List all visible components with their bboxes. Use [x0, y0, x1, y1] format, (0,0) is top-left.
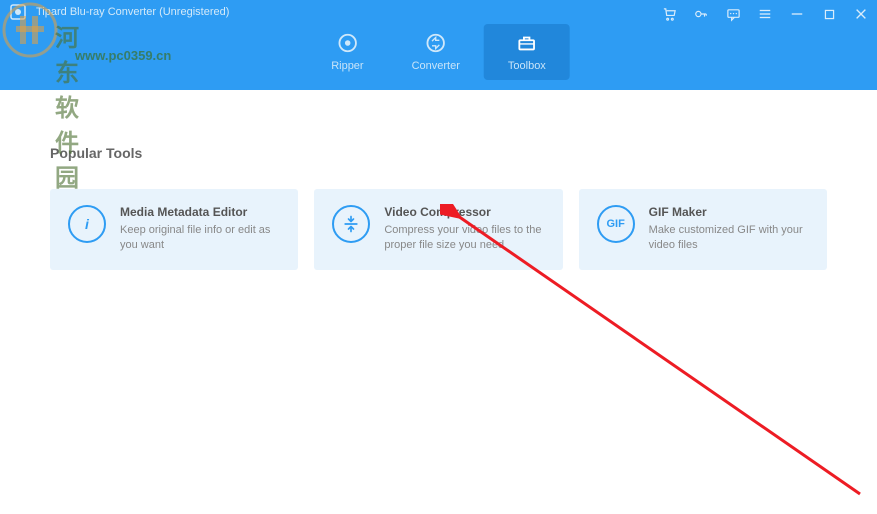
tool-card-text: Media Metadata Editor Keep original file… [120, 205, 280, 254]
tool-title: GIF Maker [649, 205, 809, 219]
app-header: Tipard Blu-ray Converter (Unregistered) … [0, 0, 877, 90]
toolbox-icon [516, 32, 538, 54]
tab-label: Ripper [331, 60, 363, 72]
tab-converter[interactable]: Converter [388, 24, 484, 80]
tool-title: Video Compressor [384, 205, 544, 219]
info-icon: i [68, 205, 106, 243]
tab-label: Toolbox [508, 60, 546, 72]
converter-icon [425, 32, 447, 54]
tool-card-text: Video Compressor Compress your video fil… [384, 205, 544, 254]
window-controls [661, 6, 869, 22]
ripper-icon [336, 32, 358, 54]
compress-icon [332, 205, 370, 243]
tool-card-metadata-editor[interactable]: i Media Metadata Editor Keep original fi… [50, 189, 298, 270]
tab-ripper[interactable]: Ripper [307, 24, 387, 80]
tool-card-text: GIF Maker Make customized GIF with your … [649, 205, 809, 254]
close-button[interactable] [853, 6, 869, 22]
tool-card-video-compressor[interactable]: Video Compressor Compress your video fil… [314, 189, 562, 270]
nav-tabs: Ripper Converter Toolbox [307, 24, 570, 80]
tool-desc: Compress your video files to the proper … [384, 223, 544, 254]
tool-title: Media Metadata Editor [120, 205, 280, 219]
tool-desc: Make customized GIF with your video file… [649, 223, 809, 254]
tool-card-gif-maker[interactable]: GIF GIF Maker Make customized GIF with y… [579, 189, 827, 270]
cart-icon[interactable] [661, 6, 677, 22]
menu-icon[interactable] [757, 6, 773, 22]
key-icon[interactable] [693, 6, 709, 22]
main-content: Popular Tools i Media Metadata Editor Ke… [0, 90, 877, 325]
tab-toolbox[interactable]: Toolbox [484, 24, 570, 80]
tool-cards-row: i Media Metadata Editor Keep original fi… [50, 189, 827, 270]
feedback-icon[interactable] [725, 6, 741, 22]
maximize-button[interactable] [821, 6, 837, 22]
app-title: Tipard Blu-ray Converter (Unregistered) [36, 6, 229, 18]
tool-desc: Keep original file info or edit as you w… [120, 223, 280, 254]
app-logo-icon [8, 2, 28, 22]
gif-icon: GIF [597, 205, 635, 243]
tab-label: Converter [412, 60, 460, 72]
minimize-button[interactable] [789, 6, 805, 22]
section-title: Popular Tools [50, 145, 827, 161]
